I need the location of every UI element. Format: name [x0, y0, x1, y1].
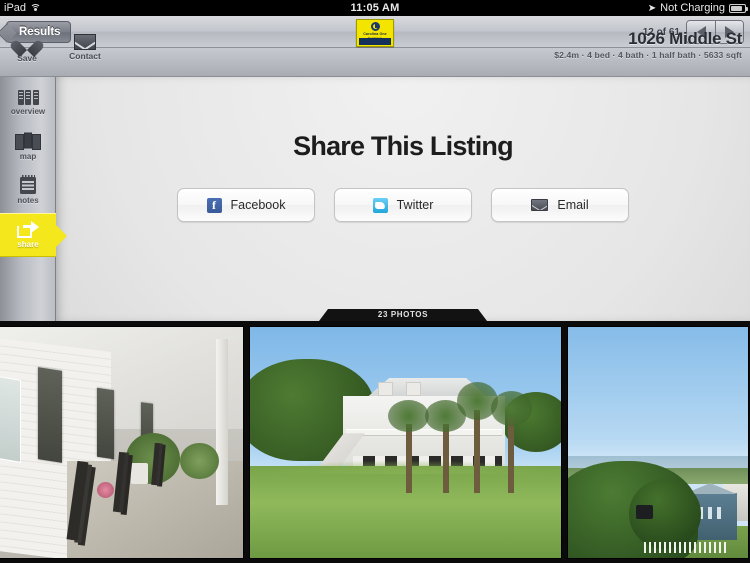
share-email-button[interactable]: Email: [491, 188, 629, 222]
sidebar-item-notes[interactable]: notes: [0, 169, 56, 213]
notes-icon: [20, 174, 36, 194]
contact-button-label: Contact: [69, 51, 101, 61]
house-exterior-photo: [250, 327, 561, 558]
share-buttons-row: f Facebook Twitter Email: [56, 188, 750, 222]
share-button-label: Email: [557, 198, 589, 212]
photo-strip[interactable]: [0, 321, 750, 563]
status-bar-left: iPad: [4, 2, 42, 14]
sidebar-item-map[interactable]: map: [0, 125, 56, 169]
sidebar-item-label: share: [17, 240, 39, 249]
status-bar-time: 11:05 AM: [350, 2, 400, 14]
device-name: iPad: [4, 2, 27, 14]
sidebar-item-label: notes: [17, 196, 39, 205]
porch-photo: [0, 327, 243, 558]
twitter-icon: [372, 197, 388, 213]
sidebar: overview map notes share: [0, 77, 67, 321]
photo-thumbnail[interactable]: [249, 326, 562, 559]
photo-thumbnail[interactable]: [567, 326, 749, 559]
share-twitter-button[interactable]: Twitter: [334, 188, 472, 222]
logo-mark-icon: [370, 22, 380, 31]
share-heading: Share This Listing: [293, 131, 513, 161]
carolina-one-logo: Carolina One Real Estate: [356, 19, 394, 47]
photos-tab[interactable]: 23 PHOTOS: [319, 309, 487, 321]
share-button-label: Facebook: [230, 198, 286, 212]
share-panel: Share This Listing f Facebook Twitter Em…: [56, 77, 750, 321]
overview-icon: [17, 90, 39, 105]
sidebar-item-label: map: [19, 151, 37, 161]
listing-sub-bar: Save Contact 1026 Middle St $2.4m · 4 be…: [0, 29, 750, 77]
sidebar-item-overview[interactable]: overview: [0, 81, 56, 125]
page-title: 1026 Middle St: [628, 29, 742, 48]
listing-actions: Save Contact: [8, 34, 104, 63]
envelope-icon: [74, 34, 96, 50]
share-icon: [17, 221, 39, 238]
main-area: overview map notes share Share This List…: [0, 77, 750, 321]
map-icon: [15, 132, 41, 150]
save-button[interactable]: Save: [8, 34, 46, 63]
email-icon: [531, 199, 549, 211]
listing-header: 1026 Middle St $2.4m · 4 bed · 4 bath · …: [554, 29, 742, 60]
status-bar: iPad 11:05 AM ➤ Not Charging: [0, 0, 750, 16]
sidebar-item-share[interactable]: share: [0, 213, 67, 257]
status-bar-right: ➤ Not Charging: [647, 2, 748, 14]
share-facebook-button[interactable]: f Facebook: [177, 188, 315, 222]
charging-status: Not Charging: [660, 2, 725, 14]
aerial-view-photo: [568, 327, 748, 558]
share-button-label: Twitter: [396, 198, 434, 212]
photos-tab-wrapper: 23 PHOTOS: [56, 309, 750, 321]
contact-button[interactable]: Contact: [66, 34, 104, 63]
heart-icon: [17, 34, 37, 52]
logo-bottom-band: [359, 38, 391, 45]
battery-icon: [729, 3, 748, 13]
wifi-icon: [30, 3, 42, 13]
location-arrow-icon: ➤: [647, 2, 657, 14]
sidebar-item-label: overview: [10, 107, 46, 116]
listing-details: $2.4m · 4 bed · 4 bath · 1 half bath · 5…: [554, 50, 742, 60]
facebook-icon: f: [206, 197, 222, 213]
photo-thumbnail[interactable]: [0, 326, 244, 559]
